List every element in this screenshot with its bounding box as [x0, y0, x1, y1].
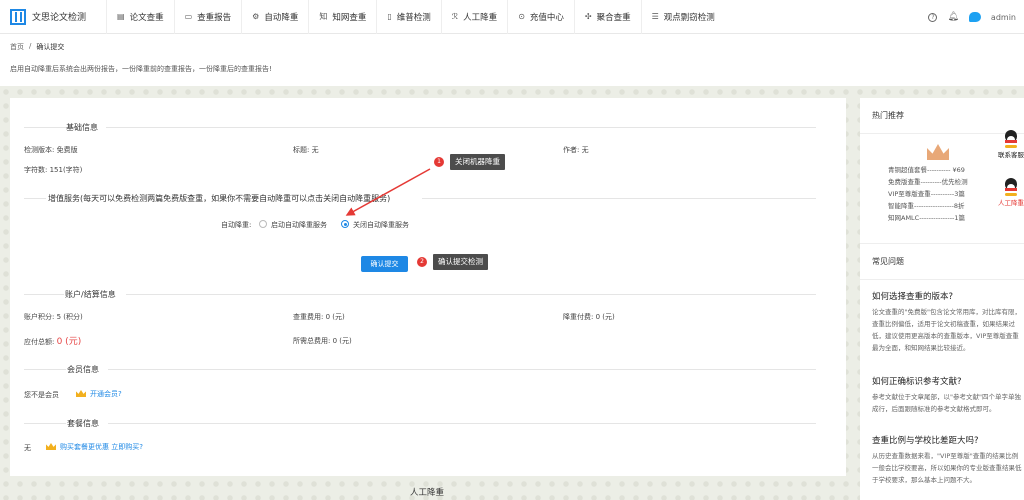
- crown-icon: [927, 144, 949, 160]
- manual-reduce-float[interactable]: 人工降重: [998, 178, 1024, 207]
- annotation-badge-2: 2: [417, 257, 427, 267]
- recommend-item[interactable]: VIP至尊版查重----------3篇: [888, 188, 968, 200]
- faq-question: 如何正确标识参考文献?: [872, 377, 962, 387]
- hot-recommend-title: 热门推荐: [860, 98, 1024, 134]
- faq-question: 如何选择查重的版本?: [872, 292, 954, 302]
- manual-reduce-section-title: 人工降重: [410, 488, 445, 498]
- faq-item: 如何选择查重的版本? 论文查重的"免费版"包含论文常用库，对比库有限，查重比例偏…: [872, 290, 1022, 354]
- annotation-tooltip-1: 关闭机器降重: [450, 154, 505, 170]
- faq-question: 查重比例与学校比差距大吗?: [872, 436, 979, 446]
- faq-item: 查重比例与学校比差距大吗? 从历史查重数据来看，"VIP至尊版"查重的结果比例一…: [872, 434, 1022, 486]
- faq-answer: 论文查重的"免费版"包含论文常用库，对比库有限，查重比例偏低，适用于论文初稿查重…: [872, 308, 1021, 352]
- qq-penguin-icon: [1003, 178, 1019, 196]
- contact-service-float[interactable]: 联系客服: [998, 130, 1024, 159]
- annotation-badge-1: 1: [434, 157, 444, 167]
- faq-answer: 参考文献位于文章尾部，以"参考文献"四个单字单独成行，后面跟随标准的参考文献格式…: [872, 393, 1021, 413]
- qq-penguin-icon: [1003, 130, 1019, 148]
- faq-item: 如何正确标识参考文献? 参考文献位于文章尾部，以"参考文献"四个单字单独成行，后…: [872, 375, 1022, 415]
- faq-answer: 从历史查重数据来看，"VIP至尊版"查重的结果比例一般会比学校要高，所以如果你的…: [872, 452, 1022, 484]
- recommend-item[interactable]: 智能降重-----------------8折: [888, 200, 968, 212]
- manual-reduce-label: 人工降重: [998, 199, 1024, 207]
- recommend-item[interactable]: 青铜超值套餐---------- ¥69: [888, 164, 968, 176]
- recommend-list: 青铜超值套餐---------- ¥69 免费版查重---------优先检测 …: [888, 164, 968, 224]
- annotation-tooltip-2: 确认提交检测: [433, 254, 488, 270]
- recommend-item[interactable]: 知网AMLC---------------1篇: [888, 212, 968, 224]
- recommend-item[interactable]: 免费版查重---------优先检测: [888, 176, 968, 188]
- contact-service-label: 联系客服: [998, 151, 1024, 159]
- faq-title: 常见问题: [860, 243, 1024, 280]
